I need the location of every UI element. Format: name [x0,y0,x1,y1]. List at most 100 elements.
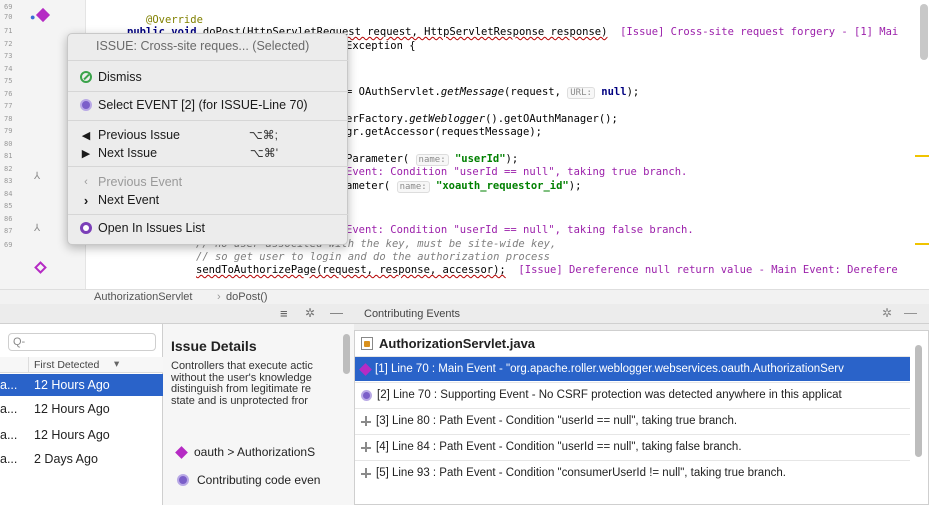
inline-issue-label[interactable]: [Issue] Cross-site request forgery - [1]… [620,26,898,38]
line-number: 76 [4,90,13,98]
shortcut-label: ⌥⌘; [248,128,278,142]
event-row[interactable]: [4] Line 84 : Path Event - Condition "us… [355,434,910,459]
link-label: Contributing code even [197,473,321,487]
menu-separator [68,166,348,167]
path-event-icon [361,416,371,426]
menu-item-next-event[interactable]: › Next Event [68,190,348,210]
code-text: ().getOAuthManager(); [485,113,618,125]
table-row[interactable]: a... 2 Days Ago [0,448,163,470]
line-number: 84 [4,190,13,198]
code-editor[interactable]: 69 70 71 72 73 74 75 76 77 78 79 80 81 8… [0,0,929,289]
event-row[interactable]: [1] Line 70 : Main Event - "org.apache.r… [355,356,910,381]
menu-item-label: Select EVENT [2] (for ISSUE-Line 70) [98,98,308,112]
menu-separator [68,60,348,61]
code-line-80-event[interactable]: Event: Condition "userId == null", takin… [346,166,687,178]
code-line-81: ameter( name: "xoauth_requestor_id"); [346,180,581,193]
menu-item-label: Next Issue [98,146,158,160]
breadcrumb-method[interactable]: doPost() [226,291,268,303]
details-scrollbar[interactable] [343,334,350,374]
code-line-84-event[interactable]: Event: Condition "userId == null", takin… [346,224,694,236]
param-hint: URL: [567,87,595,99]
menu-item-dismiss[interactable]: Dismiss [68,67,348,87]
menu-item-previous-issue[interactable]: ◀ Previous Issue ⌥⌘; [68,125,348,145]
menu-separator [68,214,348,215]
table-row[interactable]: a... 12 Hours Ago [0,424,163,446]
event-label: [5] Line 93 : Path Event - Condition "co… [376,467,786,479]
event-row[interactable]: [3] Line 80 : Path Event - Condition "us… [355,408,910,433]
warning-stripe[interactable] [915,243,929,245]
code-line-87: sendToAuthorizePage(request, response, a… [196,264,898,276]
table-cell-detected: 12 Hours Ago [34,428,110,442]
menu-item-select-event[interactable]: Select EVENT [2] (for ISSUE-Line 70) [68,95,348,115]
link-label: oauth > AuthorizationS [194,445,316,459]
java-file-icon [361,337,373,350]
menu-header: ISSUE: Cross-site reques... (Selected) [96,39,310,53]
line-number: 77 [4,102,13,110]
table-cell: a... [0,402,18,416]
event-row[interactable]: [2] Line 70 : Supporting Event - No CSRF… [355,382,910,407]
code-text: (request, [504,86,568,98]
path-event-icon [361,468,371,478]
gear-icon[interactable]: ✲ [882,306,892,320]
table-cell-detected: 12 Hours Ago [34,378,110,392]
issues-list-panel: Q- First Detected ▾ a... 12 Hours Ago a.… [0,324,163,505]
issues-list-icon [74,222,98,234]
column-header-first-detected[interactable]: First Detected [34,359,99,371]
path-event-icon[interactable]: ⅄ [34,224,40,234]
code-line-69: @Override [146,14,203,26]
menu-item-open-in-issues-list[interactable]: Open In Issues List [68,218,348,238]
code-line-79: Parameter( name: "userId"); [346,153,518,166]
menu-separator [68,91,348,92]
warning-stripe[interactable] [915,155,929,157]
issues-tool-window: ≡ ✲ — Contributing Events ✲ — Q- First D… [0,304,929,505]
search-input[interactable]: Q- [8,333,156,351]
menu-item-label: Dismiss [98,70,142,84]
path-event-icon[interactable]: ⅄ [34,172,40,182]
event-row[interactable]: [5] Line 93 : Path Event - Condition "co… [355,460,910,485]
breadcrumb-separator: › [217,291,221,303]
bookmark-marker-icon[interactable]: ● [30,12,35,22]
line-number: 69 [4,3,13,11]
menu-separator [68,120,348,121]
table-row[interactable]: a... 12 Hours Ago [0,398,163,420]
triangle-right-icon: ▶ [81,147,91,160]
issue-marker-icon[interactable] [34,261,47,275]
code-method: getMessage [440,86,505,98]
menu-item-previous-event[interactable]: ‹ Previous Event [68,172,348,192]
description-line: Controllers that execute actic [171,361,313,372]
list-icon[interactable]: ≡ [280,306,288,321]
code-line-77: gr.getAccessor(requestMessage); [346,126,542,138]
dismiss-icon [74,71,98,83]
code-text: ); [505,153,519,165]
table-row[interactable]: a... 12 Hours Ago [0,374,163,396]
right-toolbar: Contributing Events ✲ — [354,304,929,324]
inline-issue-label[interactable]: [Issue] Dereference null return value - … [518,264,897,276]
code-keyword: null [601,86,627,98]
code-string: "userId" [454,153,506,165]
code-line-86: // so get user to login and do the autho… [196,251,551,263]
editor-scrollbar[interactable] [920,4,928,60]
gear-icon[interactable]: ✲ [305,306,315,320]
event-label: [4] Line 84 : Path Event - Condition "us… [376,441,742,453]
table-cell: a... [0,428,18,442]
issue-context-menu: ISSUE: Cross-site reques... (Selected) D… [67,33,348,245]
minimize-icon[interactable]: — [330,305,343,320]
contributing-events-panel: AuthorizationServlet.java [1] Line 70 : … [354,324,929,505]
issue-marker-icon[interactable] [35,7,51,23]
description-line: state and is unprotected fror [171,394,308,407]
breadcrumb: AuthorizationServlet › doPost() [0,289,929,304]
main-event-icon [359,362,372,376]
events-scrollbar[interactable] [915,345,922,457]
details-location-link[interactable]: oauth > AuthorizationS [175,445,316,459]
file-group-header[interactable]: AuthorizationServlet.java [355,331,910,356]
issue-details-panel: Issue Details Controllers that execute a… [163,324,354,505]
menu-item-label: Next Event [98,193,160,207]
triangle-left-icon: ◀ [81,129,91,142]
menu-item-next-issue[interactable]: ▶ Next Issue ⌥⌘' [68,143,348,163]
line-number: 72 [4,40,13,48]
line-number: 86 [4,215,13,223]
breadcrumb-class[interactable]: AuthorizationServlet [94,291,192,303]
line-number: 81 [4,152,13,160]
contributing-code-link[interactable]: Contributing code even [177,473,320,487]
minimize-icon[interactable]: — [904,305,917,320]
